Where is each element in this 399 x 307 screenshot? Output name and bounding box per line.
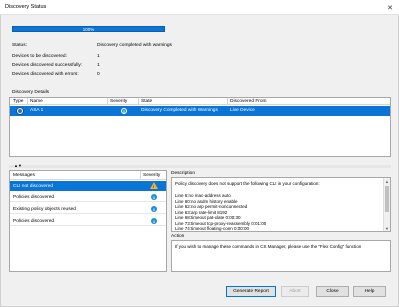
discovered-success-label: Devices discovered successfully: [12,63,83,68]
description-line: Line 60:no asdm history enable [175,198,238,204]
discovered-errors-value: 0 [97,72,100,77]
description-line: Line 73:timeout tcp-proxy-reassembly 0:0… [175,220,267,226]
action-text-area[interactable]: If you wish to manage these commands in … [171,240,391,272]
column-header-severity[interactable]: Severity [110,99,127,104]
column-header-name[interactable]: Name [30,99,43,104]
splitter-arrows-icon[interactable]: ▲▼ [14,163,22,168]
info-icon: i [151,206,157,212]
info-icon: i [121,108,127,114]
description-line: Policy discovery does not support the fo… [175,181,320,186]
discovery-progress-bar: 100% [12,26,165,32]
action-label: Action [171,234,185,239]
messages-header: Messages Severity [10,171,166,180]
table-row[interactable]: ASA 1 i Discovery Completed with Warning… [10,106,390,116]
description-line: Line 63:arp rate-limit 8192 [175,209,228,215]
scroll-up-icon[interactable]: ▲ [384,178,390,184]
abort-button[interactable]: Abort [281,286,309,297]
help-button[interactable]: Help [353,286,386,297]
title-bar: Discovery Status ✕ [0,0,399,15]
description-scrollbar[interactable]: ▲ ▼ [383,178,390,231]
scroll-down-icon[interactable]: ▼ [384,225,390,231]
column-divider[interactable] [27,98,28,105]
column-header-type[interactable]: Type [13,99,23,104]
close-window-icon[interactable]: ✕ [381,0,399,15]
description-text-area[interactable]: Policy discovery does not support the fo… [171,177,391,232]
discovery-details-table: Type Name Severity State Discovered From… [9,97,391,157]
device-icon [16,107,24,115]
description-line: Line 62:no arp permit-nonconnected [175,204,248,209]
message-text: Policies discovered [13,219,55,224]
info-icon: i [151,194,157,200]
description-line: Line 74:timeout floating-conn 0:00:00 [175,226,250,231]
device-discovered-from: Live Device [230,108,255,113]
column-divider[interactable] [107,98,108,105]
message-text: Existing policy objects reused [13,207,76,212]
devices-to-discover-label: Devices to be discovered: [12,54,67,59]
scroll-thumb[interactable] [385,186,389,212]
description-line: Line 6:no mac-address auto [175,193,231,198]
window-title: Discovery Status [5,4,47,10]
discovery-details-label: Discovery Details [12,90,50,95]
column-header-severity[interactable]: Severity [143,173,160,178]
device-state: Discovery Completed with Warnings [141,108,218,113]
message-text: CLI not discovered [13,184,53,189]
column-header-messages[interactable]: Messages [13,173,35,178]
column-divider[interactable] [138,98,139,105]
message-text: Policies discovered [13,195,55,200]
list-item[interactable]: Existing policy objects reused i [10,204,166,214]
discovered-errors-label: Devices discovered with errors: [12,72,79,77]
column-divider[interactable] [227,98,228,105]
messages-list: Messages Severity CLI not discovered ! P… [9,170,167,272]
discovered-success-value: 1 [97,63,100,68]
action-text: If you wish to manage these commands in … [175,244,362,249]
devices-to-discover-value: 1 [97,54,100,59]
list-item[interactable]: CLI not discovered ! [10,181,166,191]
column-header-state[interactable]: State [141,99,152,104]
description-label: Description [171,171,195,176]
info-icon: i [151,218,157,224]
column-header-discovered-from[interactable]: Discovered From [230,99,267,104]
status-value: Discovery completed with warnings [97,43,172,48]
device-name: ASA 1 [30,108,44,113]
warning-mark: ! [153,184,155,189]
list-item[interactable]: Policies discovered i [10,216,166,226]
generate-report-button[interactable]: Generate Report [226,286,276,297]
description-line: Line 68:timeout pat-xlate 0:00:30 [175,215,241,220]
pane-splitter[interactable] [9,165,391,168]
progress-label: 100% [82,26,95,32]
close-button[interactable]: Close [316,286,349,297]
column-divider[interactable] [140,171,141,180]
status-label: Status: [12,43,27,48]
table-header: Type Name Severity State Discovered From [10,98,390,105]
list-item[interactable]: Policies discovered i [10,192,166,202]
